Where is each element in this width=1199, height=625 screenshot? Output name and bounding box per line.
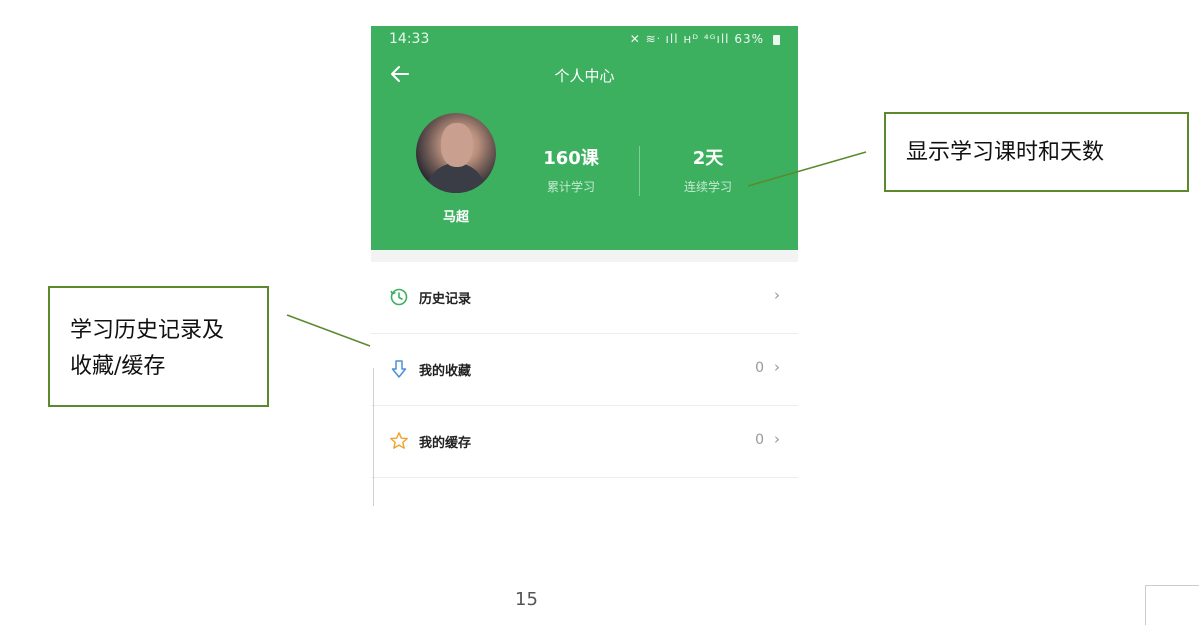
annotation-menu: 学习历史记录及 收藏/缓存 <box>48 286 269 407</box>
corner-mark <box>1145 585 1199 625</box>
annotation-text: 显示学习课时和天数 <box>906 140 1105 165</box>
annotation-text-line1: 学习历史记录及 <box>70 318 225 343</box>
annotation-stats: 显示学习课时和天数 <box>884 112 1189 192</box>
page-number: 15 <box>515 589 538 610</box>
annotation-text-line2: 收藏/缓存 <box>70 354 166 379</box>
